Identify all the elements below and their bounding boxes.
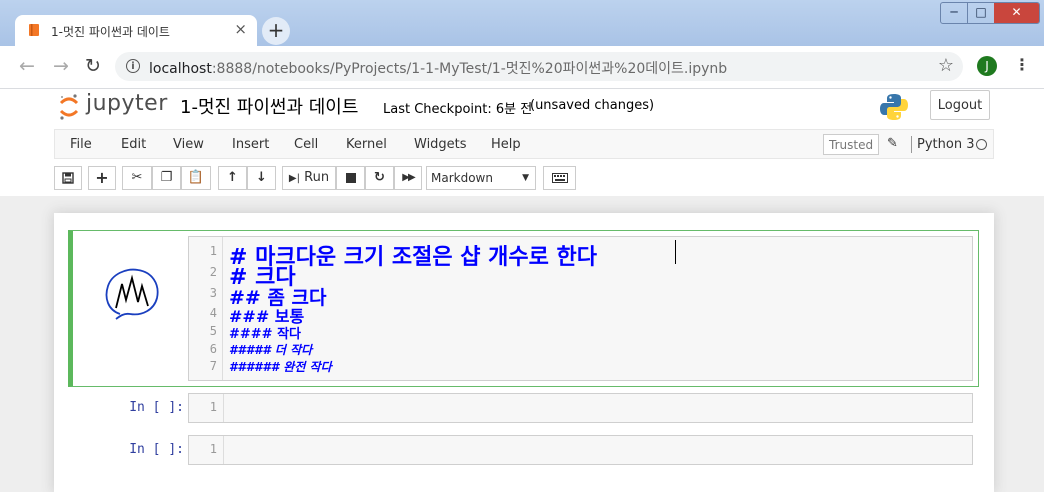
tab-title: 1-멋진 파이썬과 데이트 [51, 25, 170, 39]
markdown-line-h5: ##### 더 작다 [229, 343, 313, 357]
insert-cell-button[interactable]: + [88, 166, 116, 190]
minimize-button[interactable]: ─ [941, 3, 967, 23]
url-text: localhost:8888/notebooks/PyProjects/1-1-… [149, 58, 727, 78]
address-bar: ← → ↻ i localhost:8888/notebooks/PyProje… [0, 46, 1044, 89]
move-down-button[interactable]: ↓ [247, 166, 276, 190]
cut-button[interactable]: ✂ [122, 166, 152, 190]
save-button[interactable] [54, 166, 82, 190]
browser-menu-icon[interactable]: ⋮ [1014, 55, 1030, 74]
browser-tab[interactable]: 1-멋진 파이썬과 데이트 × [15, 15, 257, 46]
notebook-toolbar: + ✂ ❐ 📋 ↑ ↓ ▶| Run ↻ ▶▶ Markdown ▼ [0, 159, 1044, 195]
text-cursor [675, 240, 676, 264]
info-icon[interactable]: i [126, 59, 140, 73]
line-number: 1 [209, 244, 217, 258]
menu-kernel[interactable]: Kernel [346, 137, 387, 152]
line-number: 7 [209, 359, 217, 373]
copy-button[interactable]: ❐ [152, 166, 181, 190]
cell-type-select[interactable]: Markdown ▼ [426, 166, 536, 190]
url-host: localhost [149, 61, 212, 77]
profile-avatar[interactable]: J [977, 56, 997, 76]
notebook-favicon-icon [29, 24, 39, 36]
reload-icon[interactable]: ↻ [85, 55, 101, 77]
jupyter-logo-icon[interactable] [59, 92, 79, 122]
input-prompt: In [ ]: [129, 400, 184, 415]
line-number: 1 [209, 400, 217, 414]
close-window-button[interactable]: ✕ [994, 3, 1039, 23]
menu-insert[interactable]: Insert [232, 137, 269, 152]
markdown-line-h6: ###### 완전 작다 [229, 360, 332, 374]
trusted-indicator[interactable]: Trusted [823, 134, 880, 155]
url-path: :8888/notebooks/PyProjects/1-1-MyTest/1-… [211, 61, 728, 77]
checkpoint-status: Last Checkpoint: 6분 전 [383, 102, 533, 117]
line-number: 5 [209, 324, 217, 338]
kernel-name: Python 3 [917, 137, 975, 152]
menu-edit[interactable]: Edit [121, 137, 146, 152]
menu-widgets[interactable]: Widgets [414, 137, 467, 152]
stop-icon [345, 173, 356, 183]
save-icon [62, 172, 74, 184]
line-number-gutter: 1 2 3 4 5 6 7 [189, 237, 223, 380]
line-number-gutter: 1 [189, 394, 224, 422]
kernel-divider [911, 136, 912, 153]
new-tab-button[interactable]: + [262, 17, 290, 45]
maximize-button[interactable]: □ [967, 3, 994, 23]
forward-arrow-icon[interactable]: → [53, 55, 69, 77]
jupyter-header: jupyter 1-멋진 파이썬과 데이트 Last Checkpoint: 6… [0, 89, 1044, 129]
line-number: 6 [209, 342, 217, 356]
python-logo-icon [880, 94, 908, 120]
browser-titlebar: 1-멋진 파이썬과 데이트 × + ─ □ ✕ [0, 0, 1044, 46]
run-button[interactable]: ▶| Run [282, 166, 336, 190]
menubar: File Edit View Insert Cell Kernel Widget… [54, 129, 994, 159]
kernel-idle-indicator-icon [976, 139, 987, 150]
keyboard-icon [551, 173, 568, 183]
window-controls: ─ □ ✕ [940, 2, 1040, 24]
menu-view[interactable]: View [173, 137, 204, 152]
move-up-button[interactable]: ↑ [218, 166, 247, 190]
run-step-icon: ▶| [288, 173, 300, 184]
logout-button[interactable]: Logout [930, 90, 990, 120]
line-number: 1 [209, 442, 217, 456]
menu-cell[interactable]: Cell [294, 137, 318, 152]
line-number: 2 [209, 265, 217, 279]
restart-run-all-button[interactable]: ▶▶ [394, 166, 422, 190]
jupyter-wordmark: jupyter [86, 91, 168, 116]
autosave-status: (unsaved changes) [530, 98, 655, 113]
input-prompt: In [ ]: [129, 442, 184, 457]
bookmark-star-icon[interactable]: ☆ [938, 55, 954, 76]
restart-button[interactable]: ↻ [365, 166, 394, 190]
command-palette-button[interactable] [543, 166, 576, 190]
interrupt-button[interactable] [336, 166, 365, 190]
markdown-editor[interactable]: 1 2 3 4 5 6 7 # 마크다운 크기 조절은 샵 개수로 한다 # 크… [188, 236, 973, 381]
url-field[interactable]: i localhost:8888/notebooks/PyProjects/1-… [115, 52, 963, 81]
paste-button[interactable]: 📋 [181, 166, 211, 190]
cell-type-value: Markdown [431, 171, 493, 185]
line-number-gutter: 1 [189, 436, 224, 464]
run-label: Run [304, 170, 330, 185]
notebook-name[interactable]: 1-멋진 파이썬과 데이트 [180, 93, 358, 119]
hand-drawn-annotation-icon [105, 268, 159, 320]
dropdown-caret-icon: ▼ [522, 173, 529, 183]
menu-help[interactable]: Help [491, 137, 521, 152]
markdown-line-h4: #### 작다 [229, 327, 302, 342]
line-number: 3 [209, 286, 217, 300]
line-number: 4 [209, 306, 217, 320]
edit-pencil-icon[interactable]: ✎ [887, 136, 898, 151]
code-cell-input[interactable]: 1 [188, 393, 973, 423]
menu-file[interactable]: File [70, 137, 92, 152]
tab-close-icon[interactable]: × [234, 20, 247, 38]
code-cell-input[interactable]: 1 [188, 435, 973, 465]
back-arrow-icon[interactable]: ← [19, 55, 35, 77]
